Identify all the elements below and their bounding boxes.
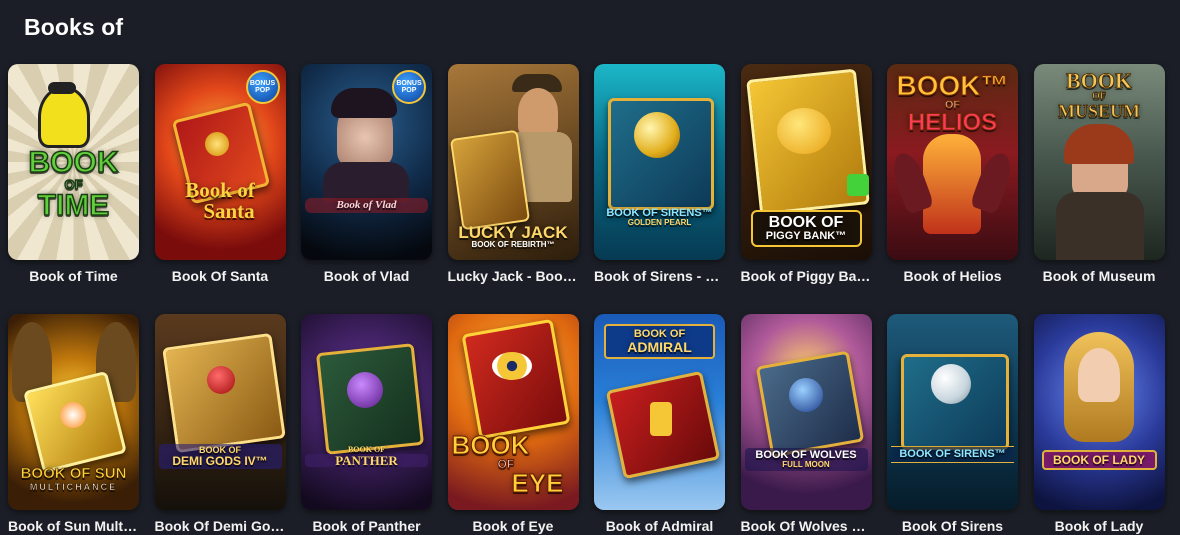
game-card-book-of-piggy-bank[interactable]: BOOK OF PIGGY BANK™ Book of Piggy Bank <box>740 64 872 284</box>
game-thumbnail[interactable]: BOOK OF MUSEUM <box>1033 64 1165 260</box>
bonus-pop-badge: BONUS POP <box>392 70 426 104</box>
game-title[interactable]: Book of Admiral <box>594 518 725 534</box>
game-card-book-of-lady[interactable]: BOOK OF LADY Book of Lady <box>1033 314 1165 534</box>
game-title[interactable]: Book of Lady <box>1034 518 1165 534</box>
game-title[interactable]: Book Of Sirens <box>887 518 1018 534</box>
game-title[interactable]: Book Of Wolves – … <box>741 518 872 534</box>
game-title[interactable]: Lucky Jack - Book… <box>448 268 579 284</box>
game-thumbnail[interactable]: LUCKY JACK BOOK OF REBIRTH™ <box>447 64 579 260</box>
game-thumbnail[interactable]: BOOK OF SIRENS™ GOLDEN PEARL <box>594 64 725 260</box>
game-card-book-of-admiral[interactable]: BOOK OF ADMIRAL Book of Admiral <box>594 314 725 534</box>
game-title[interactable]: Book of Piggy Bank <box>741 268 872 284</box>
section-title: Books of <box>24 14 124 40</box>
game-title[interactable]: Book of Panther <box>301 518 432 534</box>
game-card-lucky-jack[interactable]: LUCKY JACK BOOK OF REBIRTH™ Lucky Jack -… <box>447 64 579 284</box>
game-grid: BOOK OF TIME Book of Time BONUS POP Book… <box>8 64 1165 534</box>
game-thumbnail[interactable]: BOOK OF EYE <box>447 314 579 510</box>
bonus-pop-badge: BONUS POP <box>245 70 280 104</box>
game-thumbnail[interactable]: BOOK OF SIRENS™ <box>887 314 1018 510</box>
game-thumbnail[interactable]: BOOK OF ADMIRAL <box>594 314 725 510</box>
game-card-book-of-sirens-golden-pearl[interactable]: BOOK OF SIRENS™ GOLDEN PEARL Book of Sir… <box>594 64 725 284</box>
game-card-book-of-sirens[interactable]: BOOK OF SIRENS™ Book Of Sirens <box>887 314 1018 534</box>
game-thumbnail[interactable]: BONUS POP Book of Santa <box>154 64 286 260</box>
game-title[interactable]: Book of Eye <box>448 518 579 534</box>
game-card-book-of-panther[interactable]: BOOK OF PANTHER Book of Panther <box>301 314 432 534</box>
game-title[interactable]: Book Of Santa <box>155 268 286 284</box>
game-card-book-of-eye[interactable]: BOOK OF EYE Book of Eye <box>447 314 579 534</box>
game-title[interactable]: Book Of Demi God… <box>155 518 286 534</box>
game-thumbnail[interactable]: BOOK™ OF HELIOS <box>887 64 1018 260</box>
game-thumbnail[interactable]: BOOK OF PANTHER <box>301 314 432 510</box>
game-card-book-of-vlad[interactable]: BONUS POP Book of Vlad Book of Vlad <box>301 64 432 284</box>
game-card-book-of-museum[interactable]: BOOK OF MUSEUM Book of Museum <box>1033 64 1165 284</box>
game-thumbnail[interactable]: BOOK OF PIGGY BANK™ <box>740 64 872 260</box>
game-thumbnail[interactable]: BOOK OF SUN MULTICHANCE <box>8 314 139 510</box>
game-thumbnail[interactable]: BOOK OF DEMI GODS IV™ <box>154 314 286 510</box>
game-title[interactable]: Book of Sirens - G… <box>594 268 725 284</box>
game-thumbnail[interactable]: BOOK OF WOLVES FULL MOON <box>740 314 872 510</box>
game-thumbnail[interactable]: BONUS POP Book of Vlad <box>301 64 432 260</box>
game-card-book-of-time[interactable]: BOOK OF TIME Book of Time <box>8 64 139 284</box>
game-title[interactable]: Book of Vlad <box>301 268 432 284</box>
game-title[interactable]: Book of Museum <box>1034 268 1165 284</box>
game-title[interactable]: Book of Sun Multi… <box>8 518 139 534</box>
game-thumbnail[interactable]: BOOK OF LADY <box>1033 314 1165 510</box>
game-card-book-of-helios[interactable]: BOOK™ OF HELIOS Book of Helios <box>887 64 1018 284</box>
game-thumbnail[interactable]: BOOK OF TIME <box>8 64 139 260</box>
game-title[interactable]: Book of Time <box>8 268 139 284</box>
game-card-book-of-santa[interactable]: BONUS POP Book of Santa Book Of Santa <box>154 64 286 284</box>
game-card-book-of-sun-multichance[interactable]: BOOK OF SUN MULTICHANCE Book of Sun Mult… <box>8 314 139 534</box>
game-card-book-of-wolves-full-moon[interactable]: BOOK OF WOLVES FULL MOON Book Of Wolves … <box>740 314 872 534</box>
game-card-book-of-demi-gods-iv[interactable]: BOOK OF DEMI GODS IV™ Book Of Demi God… <box>154 314 286 534</box>
game-title[interactable]: Book of Helios <box>887 268 1018 284</box>
